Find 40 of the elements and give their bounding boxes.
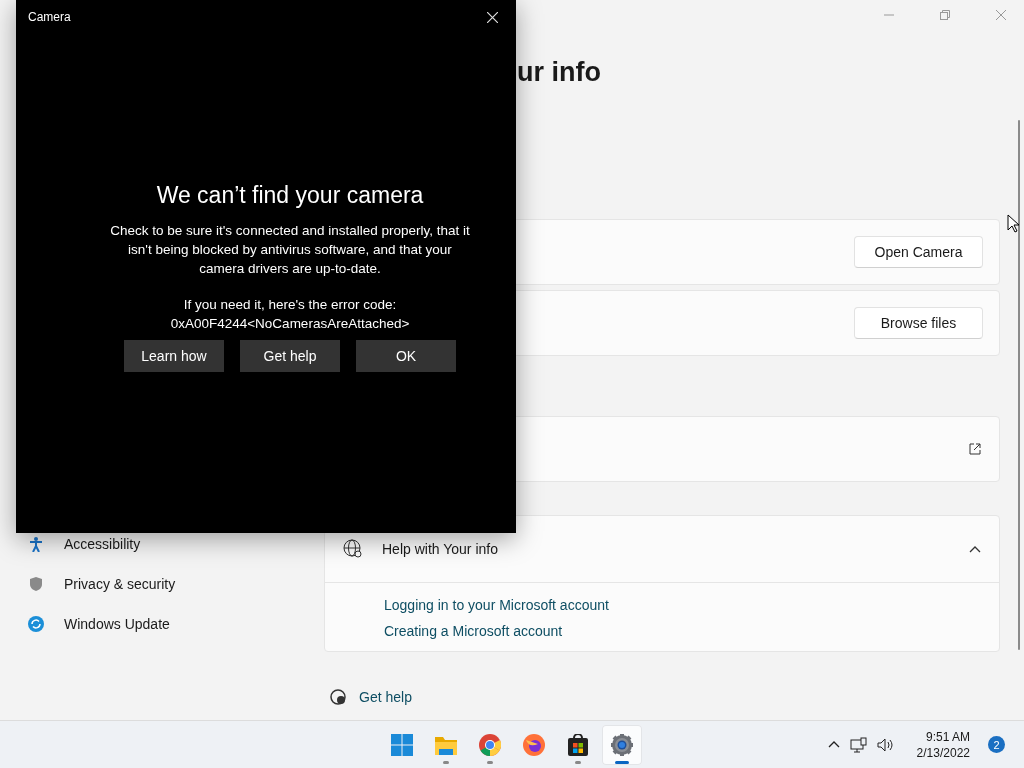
restore-icon bbox=[940, 10, 950, 20]
update-icon bbox=[28, 616, 44, 632]
notification-badge[interactable]: 2 bbox=[988, 736, 1005, 753]
clock[interactable]: 9:51 AM 2/13/2022 bbox=[916, 728, 970, 761]
card-button[interactable]: Open Camera bbox=[854, 236, 983, 268]
card-button[interactable]: Browse files bbox=[854, 307, 983, 339]
gear-icon bbox=[611, 733, 633, 756]
error-code: 0xA00F4244<NoCamerasAreAttached> bbox=[169, 315, 411, 333]
sidebar-item[interactable]: Windows Update bbox=[0, 604, 324, 644]
error-code-label: If you need it, here's the error code: bbox=[182, 296, 398, 314]
dialog-button[interactable]: Get help bbox=[240, 340, 340, 372]
sidebar-item[interactable]: Accessibility bbox=[0, 524, 324, 564]
store-icon bbox=[567, 733, 589, 756]
dialog-button[interactable]: Learn how bbox=[124, 340, 224, 372]
page-title: ur info bbox=[516, 57, 602, 89]
help-icon bbox=[329, 688, 347, 706]
chevron-up-icon[interactable] bbox=[827, 740, 840, 749]
help-title: Help with Your info bbox=[382, 541, 499, 557]
external-link-icon[interactable] bbox=[968, 442, 982, 456]
close-icon[interactable] bbox=[487, 11, 498, 23]
accessibility-icon bbox=[28, 536, 44, 552]
globe-icon bbox=[343, 539, 363, 559]
scrollbar[interactable] bbox=[1018, 120, 1020, 650]
network-icon[interactable] bbox=[849, 736, 867, 753]
start-icon bbox=[391, 733, 413, 756]
volume-icon[interactable] bbox=[876, 736, 893, 753]
firefox-icon bbox=[523, 733, 545, 756]
window-title: Camera bbox=[28, 10, 71, 24]
error-message: Check to be sure it's connected and installed properly, that it isn't being blocked by antivirus software, and that your camera drivers are up-to-date. bbox=[109, 222, 471, 278]
browser-icon bbox=[479, 733, 501, 756]
help-link[interactable]: Creating a Microsoft account bbox=[384, 623, 563, 639]
shield-icon bbox=[28, 576, 44, 592]
cursor-icon bbox=[1007, 214, 1021, 234]
chevron-up-icon[interactable] bbox=[969, 544, 981, 554]
help-link[interactable]: Logging in to your Microsoft account bbox=[384, 597, 609, 613]
sidebar-item[interactable]: Privacy & security bbox=[0, 564, 324, 604]
close-icon bbox=[996, 10, 1006, 20]
error-heading: We can’t find your camera bbox=[156, 182, 424, 209]
dialog-button[interactable]: OK bbox=[356, 340, 456, 372]
get-help-link[interactable]: Get help bbox=[359, 689, 412, 705]
